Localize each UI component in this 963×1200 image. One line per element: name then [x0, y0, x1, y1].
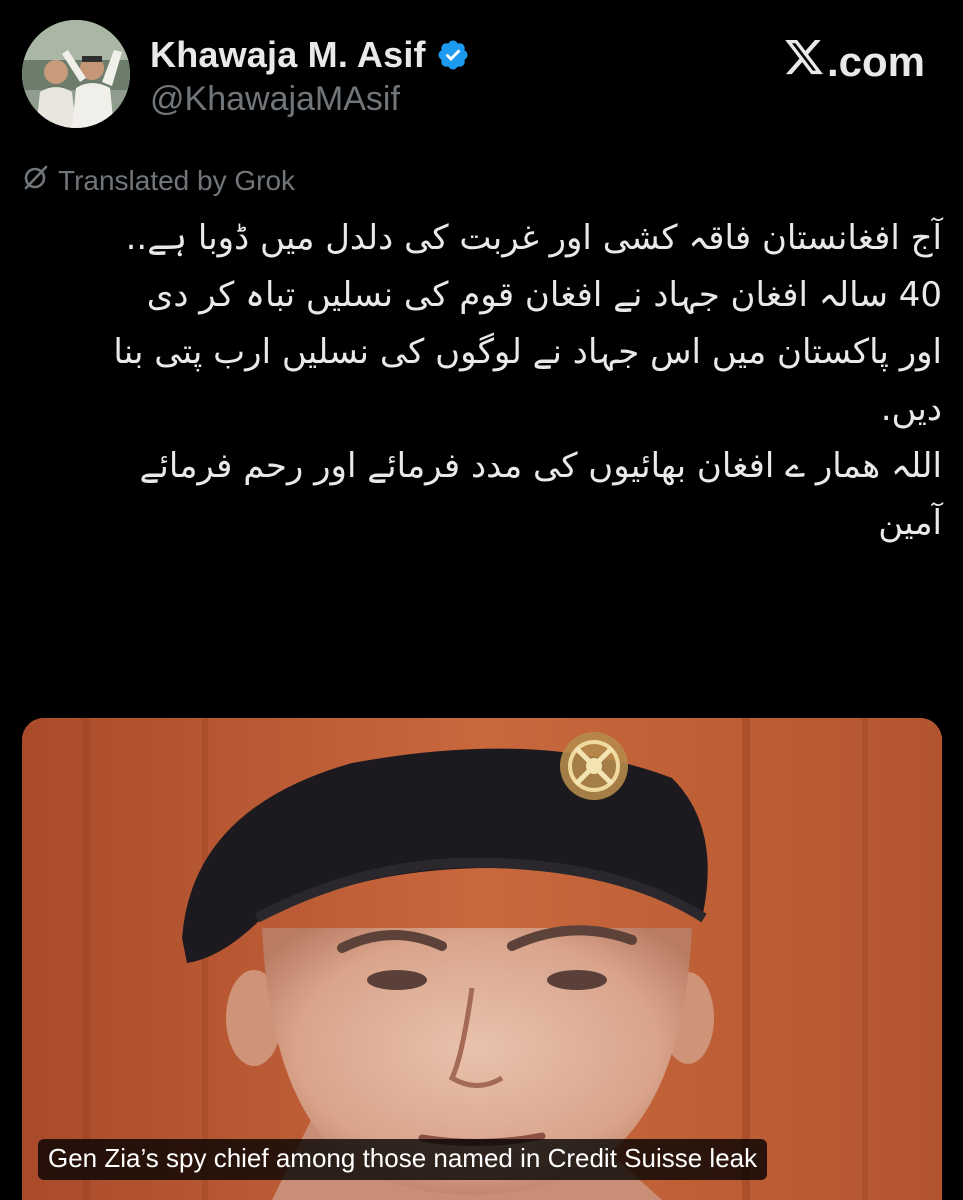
- brand-label: .com: [826, 38, 925, 85]
- tweet-line: اللہ همار ے افغان بھائیوں کی مدد فرمائے …: [139, 446, 942, 486]
- tweet-line: دیں.: [880, 389, 942, 429]
- translation-label: Translated by Grok: [58, 164, 296, 196]
- avatar[interactable]: [22, 20, 130, 128]
- tweet-line: 40 سالہ افغان جہاد نے افغان قوم کی نسلیں…: [146, 275, 942, 315]
- x-logo-icon: [783, 36, 825, 88]
- media-caption: Gen Zia’s spy chief among those named in…: [38, 1139, 768, 1180]
- translation-notice[interactable]: Translated by Grok: [22, 163, 295, 198]
- tweet-text: آج افغانستان فاقہ کشی اور غربت کی دلدل م…: [22, 210, 942, 552]
- author-handle[interactable]: @KhawajaMAsif: [150, 80, 400, 119]
- portrait-photo: [22, 718, 942, 1200]
- tweet-line: آج افغانستان فاقہ کشی اور غربت کی دلدل م…: [125, 218, 942, 258]
- tweet-media-image[interactable]: [22, 718, 942, 1200]
- x-com-brand: .com: [783, 36, 925, 88]
- author-display-name[interactable]: Khawaja M. Asif: [150, 34, 426, 76]
- tweet-line: آمین: [878, 503, 942, 543]
- author-name-row: Khawaja M. Asif: [150, 34, 470, 76]
- tweet-line: اور پاکستان میں اس جہاد نے لوگوں کی نسلی…: [113, 332, 942, 372]
- tweet-screenshot: Khawaja M. Asif @KhawajaMAsif .com Trans…: [0, 0, 963, 1200]
- verified-badge-icon: [436, 38, 470, 72]
- grok-icon: [22, 163, 50, 198]
- profile-photo-icon: [22, 20, 130, 128]
